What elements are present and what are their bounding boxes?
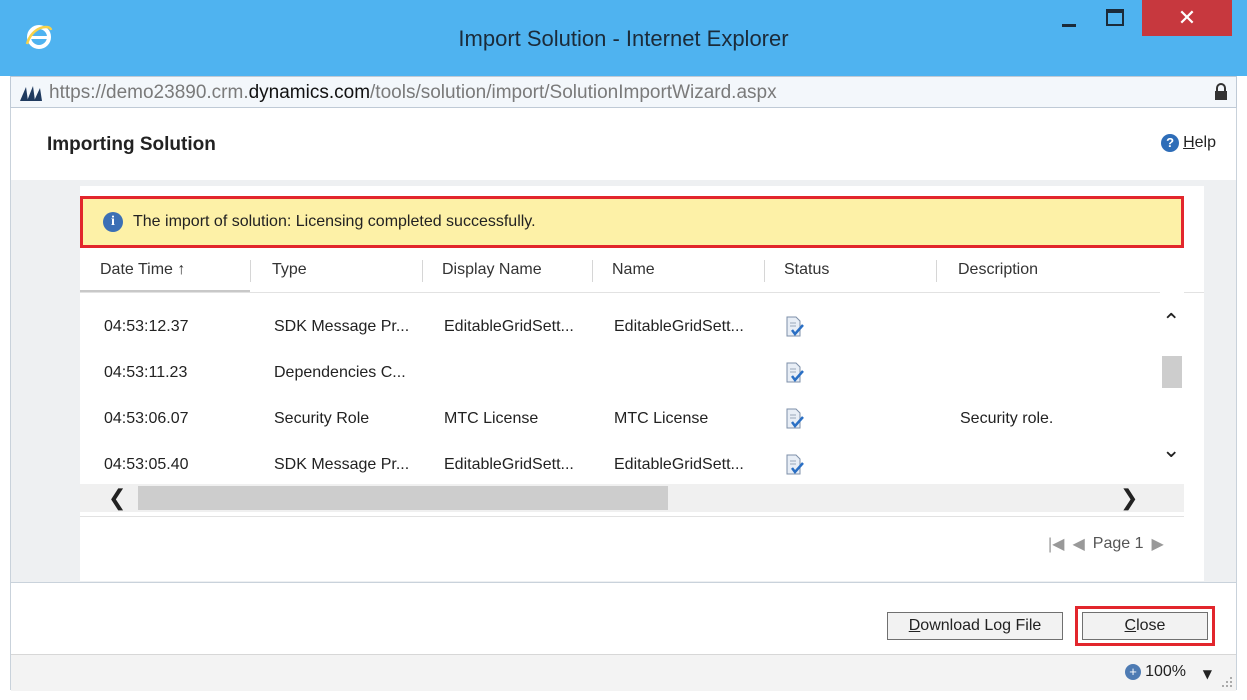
status-completed-icon (786, 362, 804, 383)
zoom-dropdown-icon[interactable]: ▼ (1203, 667, 1212, 681)
previous-page-icon[interactable]: ◀ (1072, 534, 1084, 554)
help-link[interactable]: ? Help (1161, 134, 1216, 152)
cell-type: Security Role (274, 410, 370, 427)
column-header-datetime[interactable]: Date Time ↑ (100, 248, 185, 292)
vertical-scroll-thumb[interactable] (1162, 356, 1182, 388)
column-separator[interactable] (592, 260, 593, 282)
address-bar[interactable]: https://demo23890.crm.dynamics.com/tools… (10, 76, 1237, 108)
window-close-button[interactable]: ✕ (1142, 0, 1232, 36)
first-page-icon[interactable]: |◀ (1048, 534, 1064, 554)
cell-datetime: 04:53:12.37 (104, 318, 189, 335)
footer-divider (11, 582, 1236, 583)
close-button[interactable]: Close (1082, 612, 1208, 640)
url-subdomain: demo23890.crm. (106, 82, 249, 103)
cell-datetime: 04:53:11.23 (104, 364, 188, 381)
cell-type: SDK Message Pr... (274, 318, 410, 335)
scroll-up-icon[interactable]: ⌃ (1162, 310, 1180, 335)
table-row[interactable]: 04:53:05.40 SDK Message Pr... EditableGr… (80, 442, 1160, 488)
download-log-file-button[interactable]: Download Log File (887, 612, 1063, 640)
column-header-type[interactable]: Type (272, 248, 307, 292)
column-separator[interactable] (764, 260, 765, 282)
url-domain: dynamics.com (248, 82, 371, 103)
column-separator[interactable] (250, 260, 251, 282)
import-log-grid: i The import of solution: Licensing comp… (80, 186, 1204, 581)
page-title: Importing Solution (47, 134, 216, 155)
table-row[interactable]: 04:53:12.37 SDK Message Pr... EditableGr… (80, 304, 1160, 350)
cell-type: SDK Message Pr... (274, 456, 410, 473)
cell-name: MTC License (614, 410, 709, 427)
zoom-icon: + (1125, 664, 1142, 680)
status-completed-icon (786, 408, 804, 429)
cell-status (784, 350, 804, 396)
next-page-icon[interactable]: ▶ (1152, 534, 1164, 554)
column-header-description[interactable]: Description (958, 248, 1038, 292)
minimize-button[interactable] (1046, 0, 1090, 38)
zoom-control[interactable]: + 100% (1125, 663, 1186, 681)
cell-status (784, 304, 804, 350)
resize-grip-icon[interactable] (1222, 677, 1232, 687)
horizontal-scroll-thumb[interactable] (138, 486, 668, 510)
table-row[interactable]: 04:53:11.23 Dependencies C... (80, 350, 1160, 396)
column-separator[interactable] (936, 260, 937, 282)
minimize-icon (1062, 24, 1076, 27)
column-separator[interactable] (422, 260, 423, 282)
url-text[interactable]: https://demo23890.crm.dynamics.com/tools… (49, 82, 777, 104)
cell-display-name: EditableGridSett... (444, 318, 574, 335)
content-area: i The import of solution: Licensing comp… (11, 180, 1236, 582)
cell-datetime: 04:53:06.07 (104, 410, 189, 427)
status-completed-icon (786, 316, 804, 337)
column-header-name[interactable]: Name (612, 248, 655, 292)
url-path: /tools/solution/import/SolutionImportWiz… (370, 82, 777, 103)
scroll-down-icon[interactable]: ⌄ (1162, 438, 1180, 463)
grid-header: Date Time ↑ Type Display Name Name Statu… (80, 248, 1204, 293)
scroll-right-icon[interactable]: ❯ (1120, 486, 1138, 511)
page-label: Page 1 (1092, 535, 1144, 552)
status-bar: + 100% ▼ (11, 654, 1236, 691)
cell-name: EditableGridSett... (614, 318, 744, 335)
pager: |◀ ◀ Page 1 ▶ (1048, 534, 1164, 554)
cell-status (784, 442, 804, 488)
sort-indicator (80, 290, 250, 292)
cell-display-name: MTC License (444, 410, 539, 427)
help-label: Help (1183, 134, 1216, 151)
cell-datetime: 04:53:05.40 (104, 456, 189, 473)
dialog-page: Importing Solution ? Help i The import o… (10, 108, 1237, 691)
help-icon: ? (1161, 134, 1180, 152)
success-notification: i The import of solution: Licensing comp… (80, 196, 1184, 248)
cell-name: EditableGridSett... (614, 456, 744, 473)
window-titlebar: Import Solution - Internet Explorer ✕ (0, 0, 1247, 76)
zoom-level: 100% (1145, 663, 1186, 680)
column-header-status[interactable]: Status (784, 248, 829, 292)
lock-icon[interactable] (1214, 83, 1228, 101)
dynamics-site-icon (20, 86, 42, 101)
cell-status (784, 396, 804, 442)
cell-type: Dependencies C... (274, 364, 406, 381)
status-completed-icon (786, 454, 804, 475)
column-header-display-name[interactable]: Display Name (442, 248, 542, 292)
scroll-left-icon[interactable]: ❮ (108, 486, 126, 511)
cell-description: Security role. (960, 410, 1054, 427)
url-scheme: https:// (49, 82, 107, 103)
notification-message: The import of solution: Licensing comple… (133, 213, 536, 230)
maximize-button[interactable] (1090, 0, 1138, 38)
cell-display-name: EditableGridSett... (444, 456, 574, 473)
info-icon: i (103, 212, 123, 232)
table-row[interactable]: 04:53:06.07 Security Role MTC License MT… (80, 396, 1160, 442)
grid-footer-divider (80, 516, 1184, 517)
maximize-icon (1106, 9, 1124, 26)
vertical-scrollbar[interactable]: ⌃ ⌄ (1160, 292, 1184, 484)
horizontal-scrollbar[interactable]: ❮ ❯ (80, 484, 1184, 512)
